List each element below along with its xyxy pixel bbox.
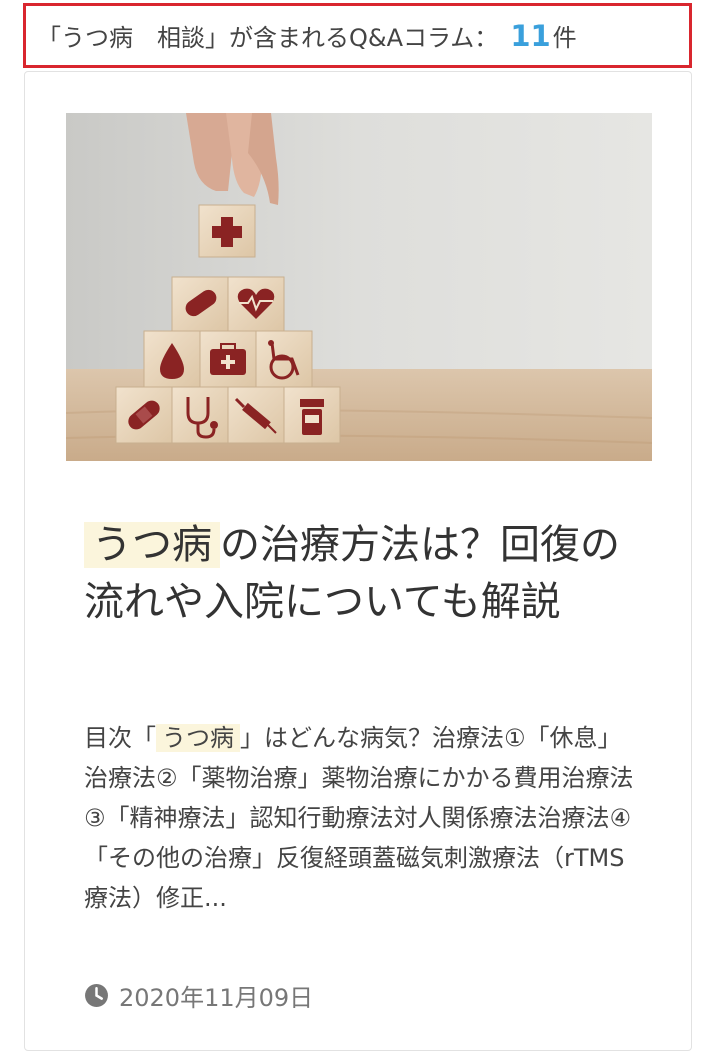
block-row-2 — [143, 330, 313, 388]
publish-date: 2020年11月09日 — [119, 984, 314, 1012]
article-meta: 2020年11月09日 — [84, 978, 313, 1013]
article-excerpt: 目次「 うつ病 」はどんな病気？治療法①「休息」治療法②「薬物治療」薬物治療にかかる… — [84, 718, 640, 918]
block-row-1 — [171, 276, 285, 332]
summary-prefix: 「 — [37, 24, 61, 52]
top-block — [198, 204, 256, 258]
summary-suffix: 」が含まれるQ&Aコラム： — [205, 24, 499, 52]
excerpt-before: 目次「 — [84, 724, 156, 752]
excerpt-keyword-highlight: うつ病 — [156, 724, 240, 752]
result-count: 11 — [510, 18, 551, 53]
clock-icon — [85, 984, 108, 1007]
thumbnail-image — [66, 113, 652, 461]
article-title[interactable]: うつ病 の治療方法は？回復の流れや入院についても解説 — [84, 517, 644, 631]
search-result-summary: 「うつ病 相談 」が含まれるQ&Aコラム： 11 件 — [23, 3, 692, 68]
medicine-bottle-icon — [300, 399, 324, 435]
result-count-unit: 件 — [552, 24, 577, 52]
block-row-3 — [115, 386, 341, 444]
article-thumbnail[interactable] — [66, 113, 652, 461]
title-keyword-highlight: うつ病 — [84, 522, 220, 568]
excerpt-after: 」はどんな病気？治療法①「休息」治療法②「薬物治療」薬物治療にかかる費用治療法③… — [84, 724, 634, 912]
article-card[interactable]: うつ病 の治療方法は？回復の流れや入院についても解説 目次「 うつ病 」はどんな病気？… — [24, 71, 692, 1051]
summary-keyword: うつ病 相談 — [61, 24, 205, 52]
